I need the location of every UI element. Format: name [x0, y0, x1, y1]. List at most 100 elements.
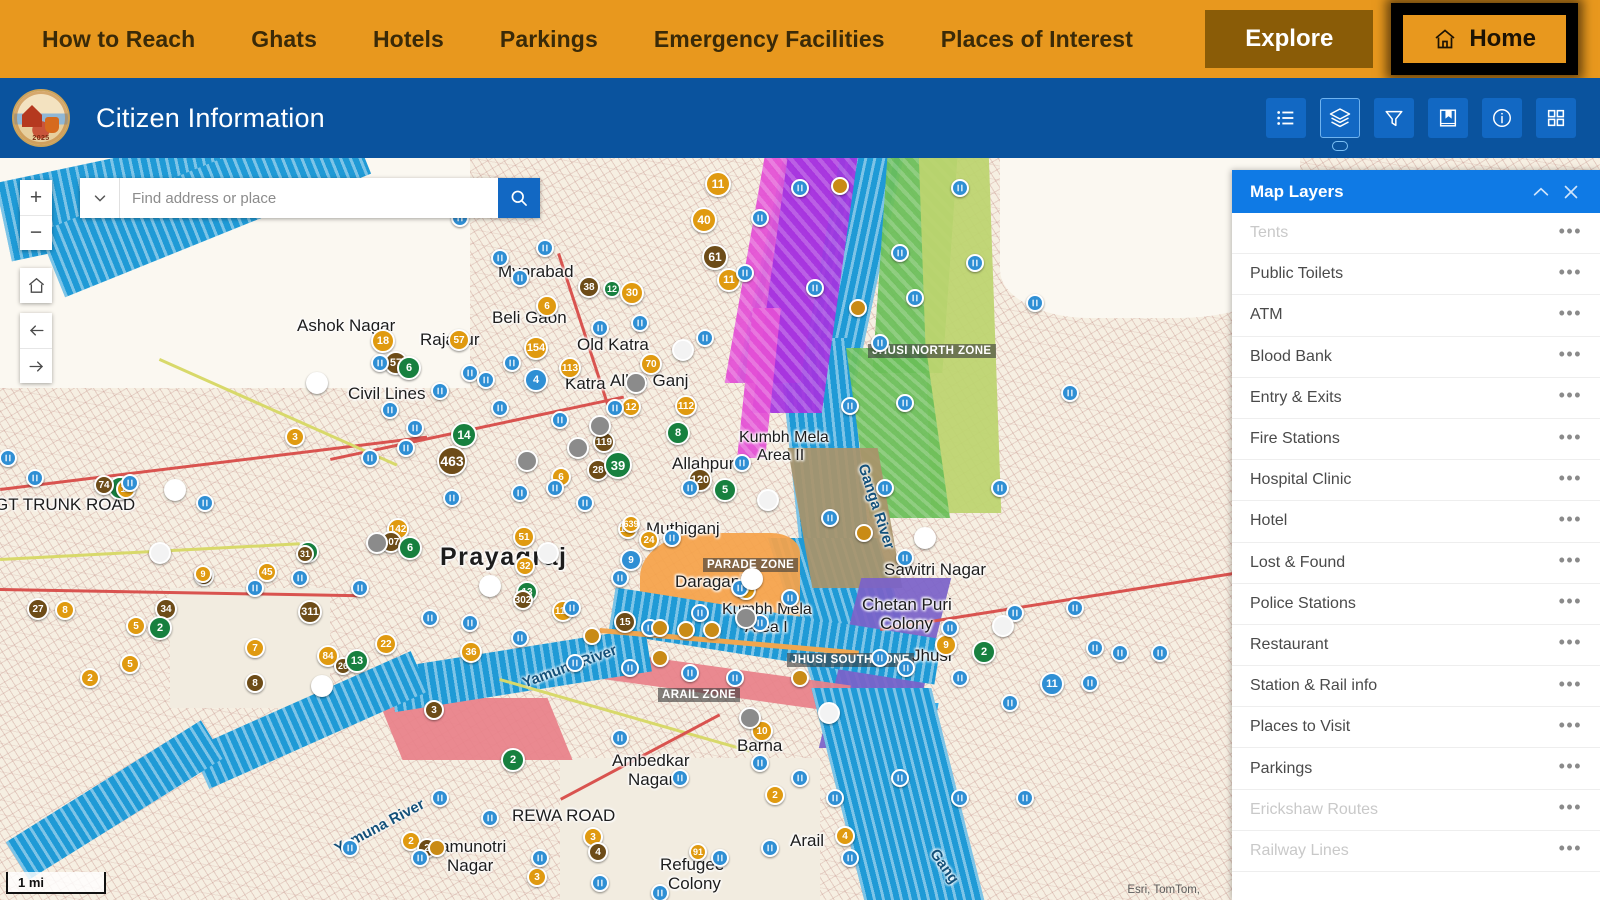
map-poi-marker[interactable]: [821, 509, 839, 527]
map-cluster-marker[interactable]: 32: [515, 556, 535, 576]
map-poi-marker[interactable]: [591, 319, 609, 337]
map-cluster-marker[interactable]: 4: [524, 368, 548, 392]
nav-link-hotels[interactable]: Hotels: [345, 0, 472, 78]
map-poi-marker[interactable]: [951, 669, 969, 687]
home-button[interactable]: Home: [1399, 11, 1570, 67]
map-poi-marker[interactable]: [951, 789, 969, 807]
map-poi-marker[interactable]: [941, 619, 959, 637]
map-cluster-marker[interactable]: 2: [972, 640, 996, 664]
previous-extent-button[interactable]: [20, 313, 52, 348]
map-cluster-marker[interactable]: 3: [285, 427, 305, 447]
layer-options-icon[interactable]: •••: [1559, 551, 1582, 574]
map-layers-list[interactable]: Tents ••• Public Toilets ••• ATM ••• Blood Ban…: [1232, 213, 1600, 900]
zoom-in-button[interactable]: +: [20, 180, 52, 215]
layer-options-icon[interactable]: •••: [1559, 757, 1582, 780]
map-poi-marker[interactable]: [406, 419, 424, 437]
map-home-button[interactable]: [20, 268, 52, 303]
nav-link-emergency-facilities[interactable]: Emergency Facilities: [626, 0, 913, 78]
map-special-marker[interactable]: [625, 372, 647, 394]
map-poi-marker[interactable]: [591, 874, 609, 892]
map-poi-marker[interactable]: [503, 354, 521, 372]
map-poi-marker[interactable]: [431, 382, 449, 400]
map-poi-marker[interactable]: [431, 789, 449, 807]
map-cluster-marker[interactable]: 12: [603, 280, 621, 298]
map-temple-marker[interactable]: [428, 839, 446, 857]
map-cluster-marker[interactable]: 7: [245, 638, 265, 658]
layer-options-icon[interactable]: •••: [1559, 222, 1582, 245]
map-special-marker[interactable]: [479, 575, 501, 597]
map-cluster-marker[interactable]: 11: [705, 171, 731, 197]
map-poi-marker[interactable]: [621, 659, 639, 677]
map-poi-marker[interactable]: [651, 884, 669, 900]
map-poi-marker[interactable]: [876, 479, 894, 497]
layer-options-icon[interactable]: •••: [1559, 386, 1582, 409]
map-poi-marker[interactable]: [536, 239, 554, 257]
map-cluster-marker[interactable]: 30: [620, 281, 644, 305]
map-special-marker[interactable]: [741, 568, 763, 590]
layer-row-blood-bank[interactable]: Blood Bank •••: [1232, 337, 1600, 378]
map-special-marker[interactable]: [589, 415, 611, 437]
map-special-marker[interactable]: [516, 450, 538, 472]
next-extent-button[interactable]: [20, 348, 52, 383]
map-cluster-marker[interactable]: 39: [604, 451, 632, 479]
legend-icon[interactable]: [1266, 98, 1306, 138]
map-cluster-marker[interactable]: 3: [527, 867, 547, 887]
map-cluster-marker[interactable]: 9: [620, 549, 642, 571]
close-icon[interactable]: [1556, 177, 1586, 207]
map-poi-marker[interactable]: [871, 649, 889, 667]
map-poi-marker[interactable]: [196, 494, 214, 512]
map-cluster-marker[interactable]: 18: [371, 329, 395, 353]
map-cluster-marker[interactable]: 61: [702, 244, 728, 270]
layers-icon[interactable]: [1320, 98, 1360, 138]
map-cluster-marker[interactable]: 112: [675, 395, 697, 417]
map-poi-marker[interactable]: [711, 849, 729, 867]
layer-row-parkings[interactable]: Parkings •••: [1232, 748, 1600, 790]
layer-row-station-rail-info[interactable]: Station & Rail info •••: [1232, 666, 1600, 708]
map-cluster-marker[interactable]: 36: [460, 641, 482, 663]
map-special-marker[interactable]: [757, 489, 779, 511]
chevron-up-icon[interactable]: [1526, 177, 1556, 207]
map-cluster-marker[interactable]: 9: [935, 634, 957, 656]
map-poi-marker[interactable]: [826, 789, 844, 807]
map-cluster-marker[interactable]: 38: [578, 276, 600, 298]
map-poi-marker[interactable]: [1086, 639, 1104, 657]
map-cluster-marker[interactable]: 463: [437, 446, 467, 476]
map-poi-marker[interactable]: [481, 809, 499, 827]
map-poi-marker[interactable]: [246, 579, 264, 597]
map-poi-marker[interactable]: [631, 314, 649, 332]
map-poi-marker[interactable]: [663, 529, 681, 547]
map-poi-marker[interactable]: [606, 399, 624, 417]
map-poi-marker[interactable]: [351, 579, 369, 597]
map-poi-marker[interactable]: [511, 269, 529, 287]
map-cluster-marker[interactable]: 302: [513, 590, 533, 610]
map-poi-marker[interactable]: [896, 549, 914, 567]
map-cluster-marker[interactable]: 12: [621, 397, 641, 417]
map-cluster-marker[interactable]: 8: [666, 421, 690, 445]
map-cluster-marker[interactable]: 57: [448, 329, 470, 351]
map-poi-marker[interactable]: [897, 659, 915, 677]
map-cluster-marker[interactable]: 6: [397, 356, 421, 380]
map-cluster-marker[interactable]: 3: [424, 700, 444, 720]
nav-link-how-to-reach[interactable]: How to Reach: [0, 0, 223, 78]
map-poi-marker[interactable]: [681, 664, 699, 682]
layer-options-icon[interactable]: •••: [1559, 675, 1582, 698]
map-cluster-marker[interactable]: 51: [513, 526, 535, 548]
map-cluster-marker[interactable]: 27: [27, 598, 49, 620]
map-temple-marker[interactable]: [583, 627, 601, 645]
map-poi-marker[interactable]: [611, 569, 629, 587]
map-special-marker[interactable]: [366, 532, 388, 554]
map-special-marker[interactable]: [672, 339, 694, 361]
map-poi-marker[interactable]: [681, 479, 699, 497]
map-poi-marker[interactable]: [896, 394, 914, 412]
map-poi-marker[interactable]: [781, 589, 799, 607]
map-poi-marker[interactable]: [291, 569, 309, 587]
map-poi-marker[interactable]: [791, 769, 809, 787]
map-temple-marker[interactable]: [651, 649, 669, 667]
map-cluster-marker[interactable]: 22: [375, 633, 397, 655]
map-cluster-marker[interactable]: 31: [296, 545, 314, 563]
map-cluster-marker[interactable]: 2: [765, 785, 785, 805]
map-poi-marker[interactable]: [906, 289, 924, 307]
map-poi-marker[interactable]: [691, 604, 709, 622]
map-poi-marker[interactable]: [751, 209, 769, 227]
map-poi-marker[interactable]: [121, 474, 139, 492]
